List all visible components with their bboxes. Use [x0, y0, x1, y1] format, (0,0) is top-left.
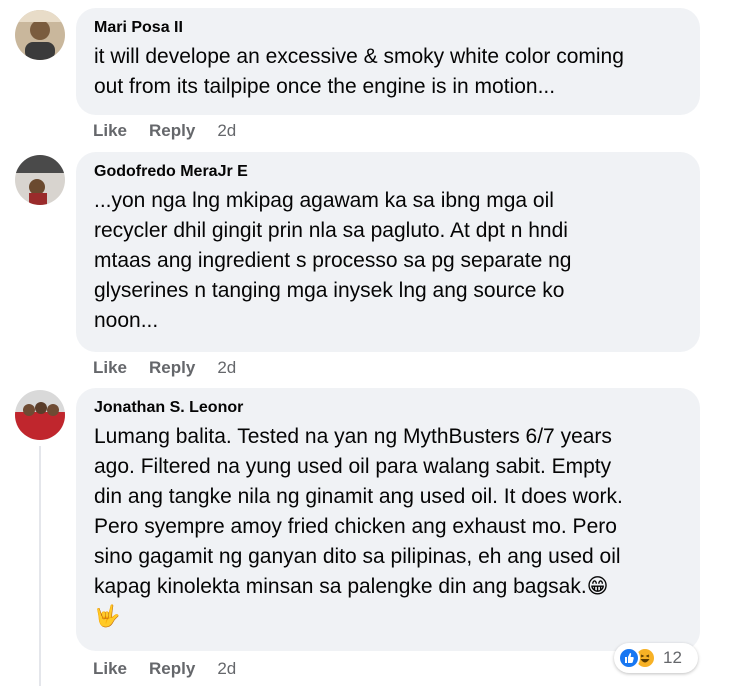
comment-author[interactable]: Godofredo MeraJr E — [94, 162, 682, 182]
comment-line: glyserines n tanging mga inysek lng ang … — [94, 279, 565, 302]
comment-author[interactable]: Mari Posa II — [94, 18, 682, 38]
comment-bubble: Jonathan S. Leonor Lumang balita. Tested… — [76, 388, 700, 651]
comment-line: sino gagamit ng ganyan dito sa pilipinas… — [94, 545, 621, 568]
comment-text: it will develope an excessive & smoky wh… — [94, 42, 682, 102]
comment-bubble: Godofredo MeraJr E ...yon nga lng mkipag… — [76, 152, 700, 352]
comment-line: out from its tailpipe once the engine is… — [94, 75, 556, 98]
timestamp[interactable]: 2d — [217, 659, 236, 679]
timestamp[interactable]: 2d — [217, 121, 236, 141]
reaction-count: 12 — [663, 648, 682, 667]
comment-actions: Like Reply 2d — [93, 121, 236, 141]
comment-text: Lumang balita. Tested na yan ng MythBust… — [94, 422, 682, 632]
comment-line: din ang tangke nila ng ginamit ang used … — [94, 485, 623, 508]
comment-line: kapag kinolekta minsan sa palengke din a… — [94, 575, 609, 598]
comment-line: ago. Filtered na yung used oil para wala… — [94, 455, 612, 478]
like-reaction-icon — [618, 647, 640, 669]
comment-actions: Like Reply 2d — [93, 659, 236, 679]
avatar[interactable] — [15, 155, 65, 205]
comment-line: recycler dhil gingit prin nla sa pagluto… — [94, 219, 568, 242]
comment-line: noon... — [94, 309, 159, 332]
comment-line: Lumang balita. Tested na yan ng MythBust… — [94, 425, 612, 448]
like-button[interactable]: Like — [93, 358, 127, 378]
comment-line: mtaas ang ingredient s processo sa pg se… — [94, 249, 572, 272]
avatar[interactable] — [15, 10, 65, 60]
reply-button[interactable]: Reply — [149, 121, 195, 141]
reply-button[interactable]: Reply — [149, 659, 195, 679]
reply-button[interactable]: Reply — [149, 358, 195, 378]
comment-author[interactable]: Jonathan S. Leonor — [94, 398, 682, 418]
avatar[interactable] — [15, 390, 65, 440]
reaction-summary[interactable]: 12 — [614, 643, 698, 673]
comment-line: ...yon nga lng mkipag agawam ka sa ibng … — [94, 189, 554, 212]
comment-line: Pero syempre amoy fried chicken ang exha… — [94, 515, 617, 538]
like-button[interactable]: Like — [93, 121, 127, 141]
thread-line — [39, 446, 41, 686]
timestamp[interactable]: 2d — [217, 358, 236, 378]
like-button[interactable]: Like — [93, 659, 127, 679]
comment-text: ...yon nga lng mkipag agawam ka sa ibng … — [94, 186, 682, 336]
comment-actions: Like Reply 2d — [93, 358, 236, 378]
comment-line: 🤟 — [94, 605, 121, 628]
comment-line: it will develope an excessive & smoky wh… — [94, 45, 624, 68]
comment-bubble: Mari Posa II it will develope an excessi… — [76, 8, 700, 115]
